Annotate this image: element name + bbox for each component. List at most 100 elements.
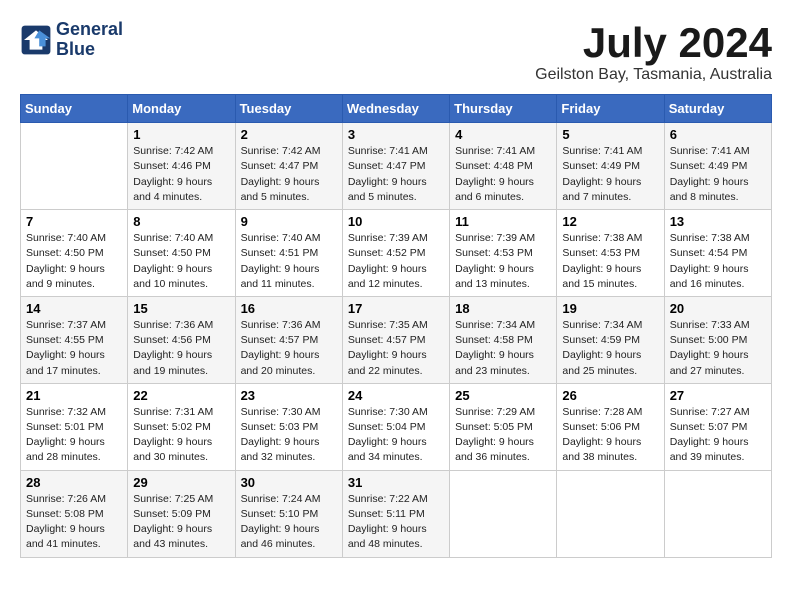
day-info: Sunrise: 7:41 AMSunset: 4:48 PMDaylight:… [455,144,551,205]
logo-line2: Blue [56,40,123,60]
logo-text: General Blue [56,20,123,60]
weekday-header-cell: Thursday [450,95,557,123]
day-number: 13 [670,214,766,229]
day-number: 20 [670,301,766,316]
calendar-cell: 8Sunrise: 7:40 AMSunset: 4:50 PMDaylight… [128,210,235,297]
calendar-cell: 17Sunrise: 7:35 AMSunset: 4:57 PMDayligh… [342,296,449,383]
day-number: 24 [348,388,444,403]
day-number: 10 [348,214,444,229]
day-number: 17 [348,301,444,316]
calendar-cell: 21 Sunrise: 7:32 AMSunset: 5:01 PMDayligh… [21,383,128,470]
logo: General Blue [20,20,123,60]
day-info: Sunrise: 7:30 AMSunset: 5:04 PMDaylight:… [348,405,444,466]
day-number: 2 [241,127,337,142]
logo-icon [20,24,52,56]
calendar-cell: 2 Sunrise: 7:42 AMSunset: 4:47 PMDaylight… [235,123,342,210]
calendar-cell: 15 Sunrise: 7:36 AMSunset: 4:56 PMDayligh… [128,296,235,383]
calendar-cell: 20 Sunrise: 7:33 AMSunset: 5:00 PMDayligh… [664,296,771,383]
day-number: 3 [348,127,444,142]
day-info: Sunrise: 7:36 AMSunset: 4:56 PMDaylight:… [133,318,229,379]
calendar-cell [21,123,128,210]
calendar-cell: 27Sunrise: 7:27 AMSunset: 5:07 PMDayligh… [664,383,771,470]
day-number: 15 [133,301,229,316]
day-info: Sunrise: 7:40 AMSunset: 4:50 PMDaylight:… [26,231,122,292]
calendar-cell: 6Sunrise: 7:41 AMSunset: 4:49 PMDaylight… [664,123,771,210]
day-number: 14 [26,301,122,316]
calendar-table: SundayMondayTuesdayWednesdayThursdayFrid… [20,94,772,557]
day-number: 31 [348,475,444,490]
calendar-cell: 24 Sunrise: 7:30 AMSunset: 5:04 PMDayligh… [342,383,449,470]
calendar-cell: 10Sunrise: 7:39 AMSunset: 4:52 PMDayligh… [342,210,449,297]
title-section: July 2024 Geilston Bay, Tasmania, Austra… [535,20,772,84]
day-number: 12 [562,214,658,229]
calendar-cell [557,470,664,557]
calendar-cell: 22 Sunrise: 7:31 AMSunset: 5:02 PMDayligh… [128,383,235,470]
calendar-cell: 7 Sunrise: 7:40 AMSunset: 4:50 PMDaylight… [21,210,128,297]
day-number: 21 [26,388,122,403]
day-info: Sunrise: 7:27 AMSunset: 5:07 PMDaylight:… [670,405,766,466]
calendar-cell: 23Sunrise: 7:30 AMSunset: 5:03 PMDayligh… [235,383,342,470]
day-number: 5 [562,127,658,142]
day-number: 25 [455,388,551,403]
calendar-cell [664,470,771,557]
logo-line1: General [56,20,123,40]
day-info: Sunrise: 7:29 AMSunset: 5:05 PMDaylight:… [455,405,551,466]
day-info: Sunrise: 7:41 AMSunset: 4:49 PMDaylight:… [670,144,766,205]
calendar-week-row: 7 Sunrise: 7:40 AMSunset: 4:50 PMDaylight… [21,210,772,297]
calendar-cell [450,470,557,557]
day-number: 28 [26,475,122,490]
calendar-cell: 18Sunrise: 7:34 AMSunset: 4:58 PMDayligh… [450,296,557,383]
day-number: 11 [455,214,551,229]
calendar-cell: 30Sunrise: 7:24 AMSunset: 5:10 PMDayligh… [235,470,342,557]
calendar-cell: 13Sunrise: 7:38 AMSunset: 4:54 PMDayligh… [664,210,771,297]
day-number: 9 [241,214,337,229]
day-info: Sunrise: 7:32 AMSunset: 5:01 PMDaylight:… [26,405,122,466]
calendar-cell: 25 Sunrise: 7:29 AMSunset: 5:05 PMDayligh… [450,383,557,470]
calendar-cell: 5 Sunrise: 7:41 AMSunset: 4:49 PMDaylight… [557,123,664,210]
day-info: Sunrise: 7:34 AMSunset: 4:58 PMDaylight:… [455,318,551,379]
month-title: July 2024 [535,20,772,66]
weekday-header-cell: Wednesday [342,95,449,123]
calendar-cell: 1 Sunrise: 7:42 AMSunset: 4:46 PMDaylight… [128,123,235,210]
calendar-week-row: 21 Sunrise: 7:32 AMSunset: 5:01 PMDayligh… [21,383,772,470]
calendar-cell: 28Sunrise: 7:26 AMSunset: 5:08 PMDayligh… [21,470,128,557]
day-info: Sunrise: 7:34 AMSunset: 4:59 PMDaylight:… [562,318,658,379]
calendar-week-row: 1 Sunrise: 7:42 AMSunset: 4:46 PMDaylight… [21,123,772,210]
weekday-header-cell: Saturday [664,95,771,123]
weekday-header-cell: Tuesday [235,95,342,123]
calendar-cell: 12 Sunrise: 7:38 AMSunset: 4:53 PMDayligh… [557,210,664,297]
day-number: 22 [133,388,229,403]
day-info: Sunrise: 7:42 AMSunset: 4:47 PMDaylight:… [241,144,337,205]
calendar-body: 1 Sunrise: 7:42 AMSunset: 4:46 PMDaylight… [21,123,772,557]
calendar-cell: 26Sunrise: 7:28 AMSunset: 5:06 PMDayligh… [557,383,664,470]
day-info: Sunrise: 7:40 AMSunset: 4:51 PMDaylight:… [241,231,337,292]
calendar-cell: 9 Sunrise: 7:40 AMSunset: 4:51 PMDaylight… [235,210,342,297]
day-info: Sunrise: 7:24 AMSunset: 5:10 PMDaylight:… [241,492,337,553]
day-number: 7 [26,214,122,229]
weekday-header-cell: Friday [557,95,664,123]
calendar-week-row: 28Sunrise: 7:26 AMSunset: 5:08 PMDayligh… [21,470,772,557]
location-title: Geilston Bay, Tasmania, Australia [535,66,772,84]
calendar-cell: 14 Sunrise: 7:37 AMSunset: 4:55 PMDayligh… [21,296,128,383]
calendar-cell: 11Sunrise: 7:39 AMSunset: 4:53 PMDayligh… [450,210,557,297]
page-header: General Blue July 2024 Geilston Bay, Tas… [20,20,772,84]
day-info: Sunrise: 7:25 AMSunset: 5:09 PMDaylight:… [133,492,229,553]
day-info: Sunrise: 7:41 AMSunset: 4:49 PMDaylight:… [562,144,658,205]
calendar-cell: 4 Sunrise: 7:41 AMSunset: 4:48 PMDaylight… [450,123,557,210]
day-number: 4 [455,127,551,142]
calendar-cell: 19Sunrise: 7:34 AMSunset: 4:59 PMDayligh… [557,296,664,383]
day-number: 1 [133,127,229,142]
day-info: Sunrise: 7:37 AMSunset: 4:55 PMDaylight:… [26,318,122,379]
calendar-cell: 16Sunrise: 7:36 AMSunset: 4:57 PMDayligh… [235,296,342,383]
day-number: 8 [133,214,229,229]
day-number: 16 [241,301,337,316]
calendar-cell: 3Sunrise: 7:41 AMSunset: 4:47 PMDaylight… [342,123,449,210]
calendar-week-row: 14 Sunrise: 7:37 AMSunset: 4:55 PMDayligh… [21,296,772,383]
calendar-cell: 31Sunrise: 7:22 AMSunset: 5:11 PMDayligh… [342,470,449,557]
day-info: Sunrise: 7:31 AMSunset: 5:02 PMDaylight:… [133,405,229,466]
day-info: Sunrise: 7:38 AMSunset: 4:53 PMDaylight:… [562,231,658,292]
calendar-cell: 29Sunrise: 7:25 AMSunset: 5:09 PMDayligh… [128,470,235,557]
weekday-header-cell: Monday [128,95,235,123]
day-info: Sunrise: 7:33 AMSunset: 5:00 PMDaylight:… [670,318,766,379]
day-info: Sunrise: 7:42 AMSunset: 4:46 PMDaylight:… [133,144,229,205]
